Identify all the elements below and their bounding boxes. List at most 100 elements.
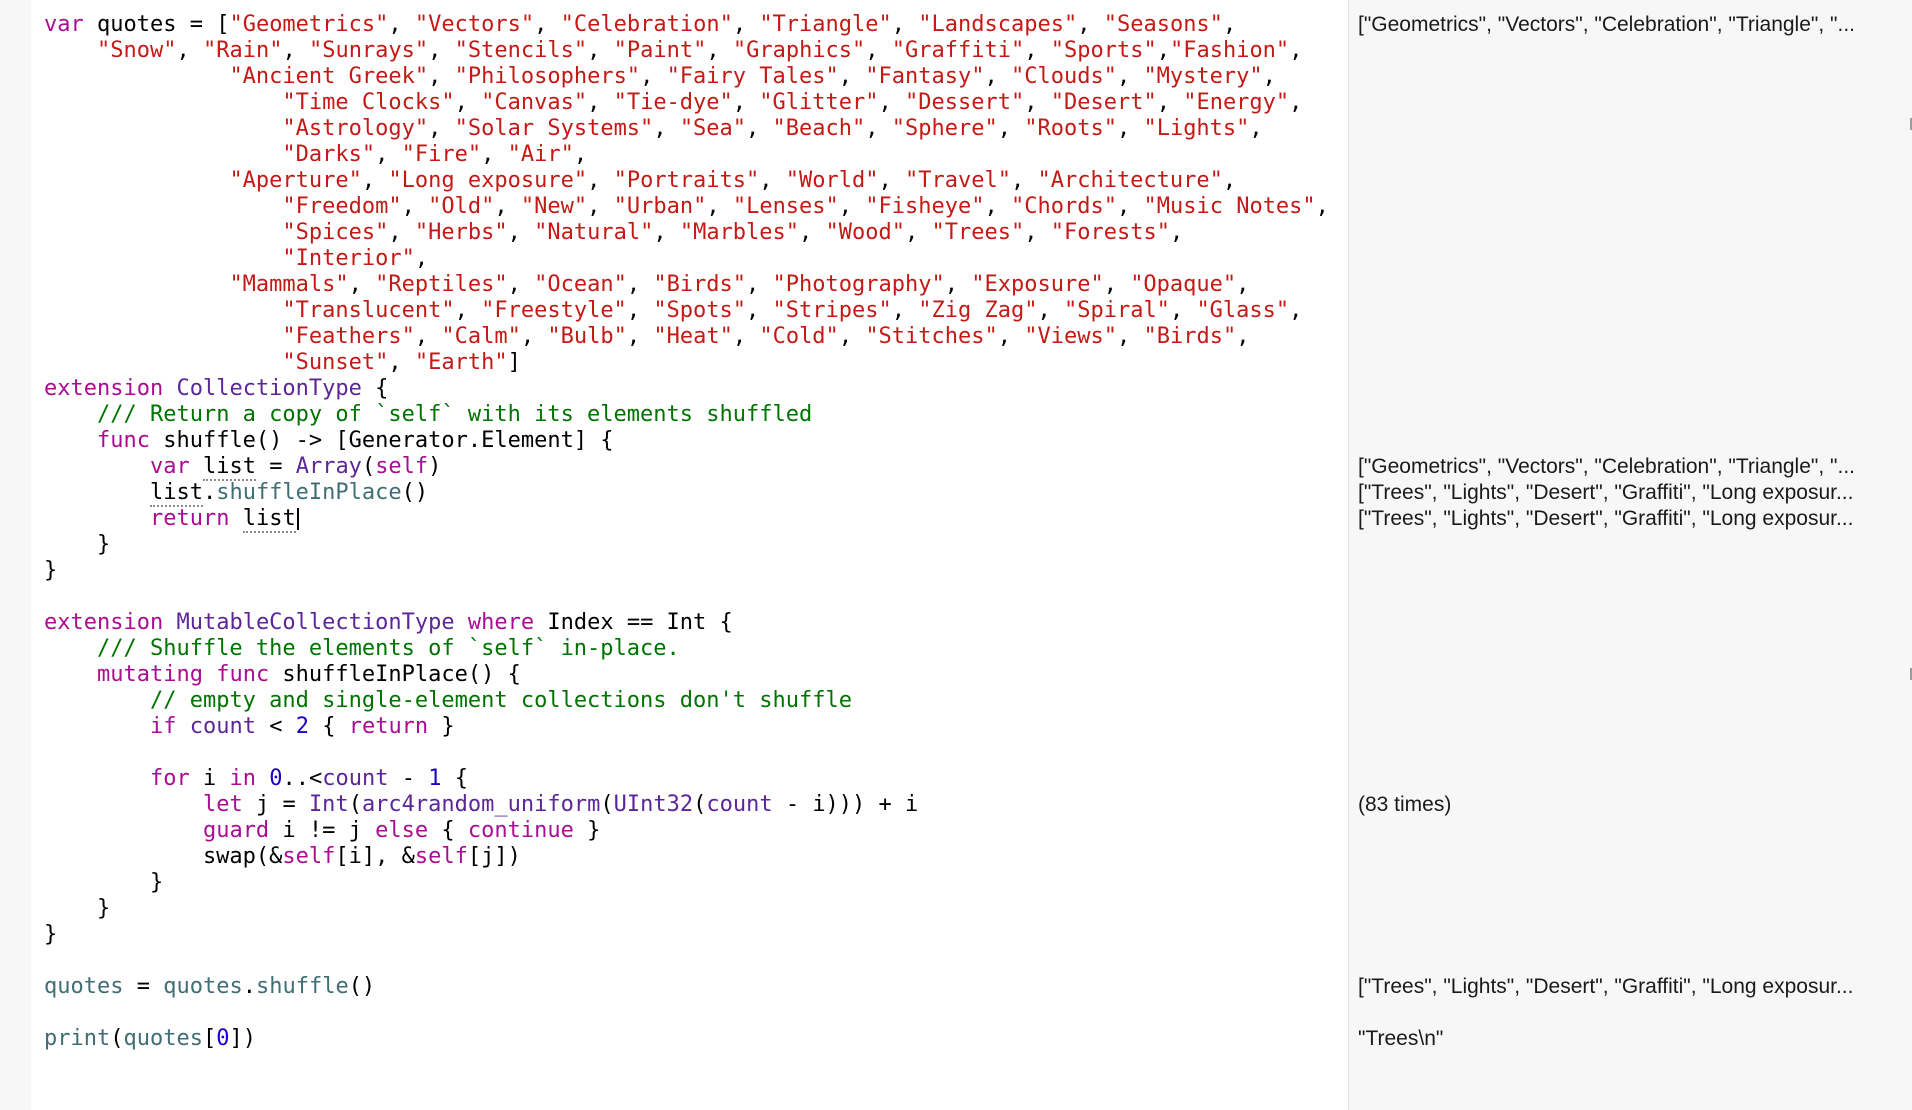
code-token-str: "Fisheye" — [865, 194, 985, 219]
code-token-pl: shuffleInPlace() { — [269, 662, 521, 687]
code-token-str: "Cold" — [759, 324, 839, 349]
code-token-num: 1 — [428, 766, 442, 791]
code-line[interactable]: "Time Clocks", "Canvas", "Tie-dye", "Gli… — [44, 90, 1302, 116]
code-token-pl: , — [1289, 298, 1303, 323]
code-token-kw: return — [348, 714, 429, 739]
result-value[interactable]: ["Trees", "Lights", "Desert", "Graffiti"… — [1358, 974, 1906, 1000]
result-value[interactable]: ["Geometrics", "Vectors", "Celebration",… — [1358, 454, 1906, 480]
code-token-kw: var — [149, 454, 190, 479]
code-token-str: "Long exposure" — [388, 168, 588, 193]
code-line[interactable]: "Translucent", "Freestyle", "Spots", "St… — [44, 298, 1302, 324]
result-value[interactable]: (83 times) — [1358, 792, 1906, 818]
code-line[interactable]: swap(&self[i], &self[j]) — [44, 844, 521, 870]
code-line[interactable]: } — [44, 558, 57, 584]
code-token-pl: , — [428, 38, 455, 63]
code-token-str: "Freedom" — [282, 194, 402, 219]
code-token-str: "Time Clocks" — [282, 90, 455, 115]
code-line[interactable]: "Feathers", "Calm", "Bulb", "Heat", "Col… — [44, 324, 1249, 350]
code-token-pl: , — [838, 64, 866, 89]
code-token-str: "Earth" — [414, 350, 508, 375]
code-line[interactable]: "Freedom", "Old", "New", "Urban", "Lense… — [44, 194, 1329, 220]
code-line[interactable]: "Mammals", "Reptiles", "Ocean", "Birds",… — [44, 272, 1249, 298]
code-line[interactable]: list.shuffleInPlace() — [44, 480, 429, 507]
result-value[interactable]: ["Geometrics", "Vectors", "Celebration",… — [1358, 12, 1906, 38]
code-line[interactable]: mutating func shuffleInPlace() { — [44, 662, 521, 688]
code-token-str: "Stripes" — [772, 298, 892, 323]
code-line[interactable]: guard i != j else { continue } — [44, 818, 600, 844]
code-token-str: "Landscapes" — [918, 12, 1078, 37]
code-token-str: "Triangle" — [759, 12, 892, 37]
code-token-str: "Chords" — [1011, 194, 1117, 219]
code-line[interactable]: if count < 2 { return } — [44, 714, 455, 740]
code-token-pl: , — [1077, 12, 1104, 37]
code-line[interactable]: let j = Int(arc4random_uniform(UInt32(co… — [44, 792, 918, 818]
code-line[interactable]: "Astrology", "Solar Systems", "Sea", "Be… — [44, 116, 1262, 142]
code-token-pl: , — [1222, 12, 1237, 37]
code-token-kw: mutating — [96, 662, 203, 687]
code-token-pl: , — [746, 272, 773, 297]
code-editor[interactable]: var quotes = ["Geometrics", "Vectors", "… — [31, 0, 1348, 1110]
code-token-str: "Herbs" — [414, 220, 508, 245]
result-value[interactable]: ["Trees", "Lights", "Desert", "Graffiti"… — [1358, 506, 1906, 532]
code-line[interactable]: "Spices", "Herbs", "Natural", "Marbles",… — [44, 220, 1183, 246]
code-token-kw: let — [202, 792, 243, 817]
code-line[interactable]: } — [44, 532, 110, 558]
code-token-str: "Natural" — [534, 220, 654, 245]
code-token-id: shuffleInPlace — [216, 480, 402, 505]
code-line[interactable]: } — [44, 922, 57, 948]
code-token-type: Int — [308, 792, 349, 817]
code-line[interactable]: "Darks", "Fire", "Air", — [44, 142, 587, 168]
code-token-pl: , — [401, 194, 429, 219]
code-line[interactable]: print(quotes[0]) — [44, 1026, 256, 1052]
code-token-str: "Aperture" — [229, 168, 362, 193]
code-line[interactable]: quotes = quotes.shuffle() — [44, 974, 375, 1000]
code-token-num: 2 — [295, 714, 309, 739]
code-token-pl: , — [481, 142, 508, 167]
code-token-pl: } — [44, 870, 164, 895]
code-line[interactable]: func shuffle() -> [Generator.Element] { — [44, 428, 614, 454]
code-line[interactable]: "Ancient Greek", "Philosophers", "Fairy … — [44, 64, 1275, 90]
code-token-pl: , — [732, 12, 760, 37]
code-line[interactable]: "Snow", "Rain", "Sunrays", "Stencils", "… — [44, 38, 1302, 64]
result-value[interactable]: ["Trees", "Lights", "Desert", "Graffiti"… — [1358, 480, 1906, 506]
code-token-pl: , — [176, 38, 203, 63]
code-token-kw: extension — [44, 376, 164, 401]
code-line[interactable]: extension MutableCollectionType where In… — [44, 610, 733, 636]
code-line[interactable]: /// Return a copy of `self` with its ele… — [44, 402, 812, 428]
code-token-pl: , — [1222, 168, 1237, 193]
code-line[interactable]: "Interior", — [44, 246, 428, 272]
code-line[interactable]: // empty and single-element collections … — [44, 688, 852, 714]
code-token-pl: , — [878, 168, 905, 193]
code-line[interactable]: /// Shuffle the elements of `self` in-pl… — [44, 636, 680, 662]
code-line[interactable]: } — [44, 870, 163, 896]
code-token-str: "Birds" — [653, 272, 747, 297]
code-line[interactable]: "Sunset", "Earth"] — [44, 350, 520, 376]
code-line[interactable]: return list — [44, 506, 299, 533]
code-line[interactable]: "Aperture", "Long exposure", "Portraits"… — [44, 168, 1236, 194]
code-token-pl: , — [520, 324, 548, 349]
code-token-str: "Sunset" — [282, 350, 389, 375]
code-token-str: "Reptiles" — [375, 272, 508, 297]
code-token-str: "Views" — [1024, 324, 1117, 349]
code-token-pl: . — [202, 480, 217, 505]
code-token-pl: , — [454, 298, 482, 323]
code-line[interactable]: var list = Array(self) — [44, 454, 441, 481]
code-line[interactable]: extension CollectionType { — [44, 376, 388, 402]
code-token-kw: in — [229, 766, 256, 791]
result-value[interactable]: "Trees\n" — [1358, 1026, 1906, 1052]
code-token-str: "Graffiti" — [891, 38, 1025, 63]
code-line[interactable]: } — [44, 896, 110, 922]
code-token-str: "Beach" — [772, 116, 866, 141]
code-token-pl: , — [706, 194, 733, 219]
code-token-pl: , — [706, 38, 733, 63]
code-token-pl: ( — [693, 792, 707, 817]
code-line[interactable]: for i in 0..<count - 1 { — [44, 766, 468, 792]
code-token-pl: () — [401, 480, 429, 505]
code-token-type: count — [706, 792, 773, 817]
code-line[interactable]: var quotes = ["Geometrics", "Vectors", "… — [44, 12, 1236, 38]
